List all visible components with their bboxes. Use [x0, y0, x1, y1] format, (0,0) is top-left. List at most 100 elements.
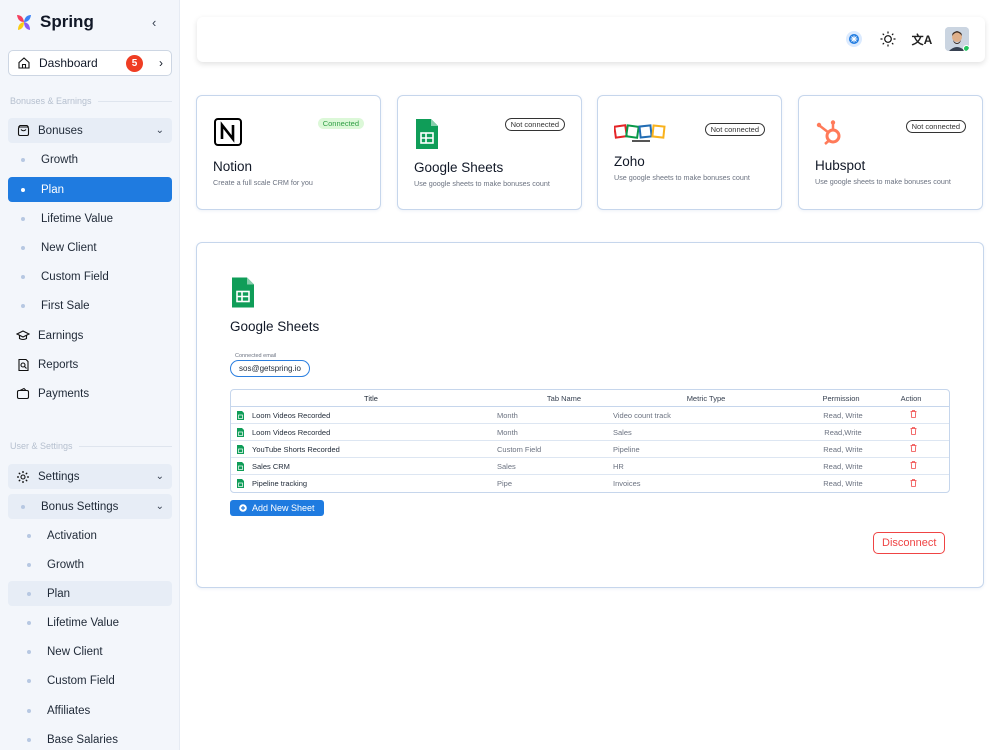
row-tab-name: Month	[497, 410, 518, 420]
delete-row-button[interactable]	[883, 461, 943, 471]
sidebar-item-bonuses[interactable]: Bonuses ⌄	[8, 118, 172, 143]
row-permission: Read, Write	[823, 410, 863, 420]
table-header: Title Tab Name Metric Type Permission Ac…	[231, 390, 949, 407]
connected-email-label: Connected email	[235, 353, 277, 359]
integration-card-zoho[interactable]: Not connected Zoho Use google sheets to …	[597, 95, 782, 210]
sidebar-item-label: New Client	[41, 241, 97, 254]
status-badge: Not connected	[704, 123, 765, 136]
sidebar-item-settings-new-client[interactable]: New Client	[8, 639, 172, 664]
sidebar-item-label: First Sale	[41, 299, 90, 312]
sidebar-item-label: Bonus Settings	[41, 500, 119, 513]
app-switcher-icon[interactable]	[843, 28, 865, 50]
dashboard-label: Dashboard	[39, 56, 98, 70]
connected-email-chip[interactable]: sos@getspring.io	[230, 360, 310, 377]
bullet-icon	[21, 187, 25, 192]
wallet-icon	[16, 387, 30, 401]
sheet-file-icon	[237, 427, 244, 437]
sidebar-item-settings-lifetime-value[interactable]: Lifetime Value	[8, 610, 172, 635]
sidebar-item-settings-plan[interactable]: Plan	[8, 581, 172, 606]
sidebar-item-payments[interactable]: Payments	[8, 381, 172, 406]
disconnect-button[interactable]: Disconnect	[873, 532, 946, 554]
sidebar-item-label: Plan	[41, 183, 65, 196]
trash-icon	[910, 444, 916, 452]
report-search-icon	[16, 358, 30, 372]
integration-description: Use google sheets to make bonuses count	[614, 173, 750, 182]
row-title-cell: Loom Videos Recorded	[231, 410, 491, 420]
sidebar-item-label: Activation	[47, 529, 97, 542]
sidebar-item-label: Reports	[38, 358, 79, 371]
integration-description: Use google sheets to make bonuses count	[815, 177, 951, 186]
translate-icon[interactable]: 文A	[911, 28, 933, 50]
integration-title: Google Sheets	[414, 160, 504, 175]
sheet-file-icon	[237, 444, 244, 454]
sidebar-item-first-sale[interactable]: First Sale	[8, 293, 172, 318]
bullet-icon	[27, 678, 31, 683]
sidebar-item-settings-custom-field[interactable]: Custom Field	[8, 668, 172, 693]
row-metric-type: Invoices	[613, 479, 641, 488]
bullet-icon	[21, 504, 25, 509]
sidebar-item-base-salaries[interactable]: Base Salaries	[8, 727, 172, 750]
sidebar-item-label: Growth	[41, 153, 79, 166]
sidebar-item-label: Lifetime Value	[47, 616, 120, 629]
sidebar-item-bonus-settings[interactable]: Bonus Settings ⌄	[8, 494, 172, 519]
sidebar-item-reports[interactable]: Reports	[8, 352, 172, 377]
sidebar-item-new-client[interactable]: New Client	[8, 235, 172, 260]
sidebar-item-earnings[interactable]: Earnings	[8, 323, 172, 348]
sidebar-item-lifetime-value[interactable]: Lifetime Value	[8, 206, 172, 231]
google-sheets-logo-icon	[232, 277, 254, 308]
home-icon	[18, 57, 30, 69]
brand-name: Spring	[40, 12, 94, 31]
google-sheets-panel: Google Sheets Connected email sos@getspr…	[196, 242, 984, 588]
delete-row-button[interactable]	[883, 410, 943, 420]
sidebar-item-custom-field[interactable]: Custom Field	[8, 264, 172, 289]
sidebar-item-settings[interactable]: Settings ⌄	[8, 464, 172, 489]
bullet-icon	[21, 216, 25, 221]
row-title-cell: Loom Videos Recorded	[231, 427, 491, 437]
bullet-icon	[21, 157, 25, 162]
spring-logo-icon	[17, 15, 31, 30]
sidebar-item-growth[interactable]: Growth	[8, 147, 172, 172]
sidebar-item-affiliates[interactable]: Affiliates	[8, 698, 172, 723]
delete-row-button[interactable]	[883, 427, 943, 437]
sidebar-item-label: Lifetime Value	[41, 212, 114, 225]
sidebar-item-label: Bonuses	[38, 124, 83, 137]
avatar[interactable]	[945, 27, 969, 51]
sidebar-item-label: Payments	[38, 387, 90, 400]
sidebar-item-activation[interactable]: Activation	[8, 523, 172, 548]
sheets-table: Title Tab Name Metric Type Permission Ac…	[230, 389, 950, 493]
bullet-icon	[27, 708, 31, 713]
hubspot-logo-icon	[816, 120, 841, 145]
sidebar-item-settings-growth[interactable]: Growth	[8, 552, 172, 577]
row-permission: Read, Write	[823, 444, 863, 454]
sidebar-item-plan[interactable]: Plan	[8, 177, 172, 202]
row-tab-name: Custom Field	[497, 444, 542, 454]
brand[interactable]: Spring	[14, 12, 94, 32]
row-title: Pipeline tracking	[252, 479, 308, 488]
integration-card-hubspot[interactable]: Not connected Hubspot Use google sheets …	[798, 95, 983, 210]
chevron-down-icon: ⌄	[155, 471, 164, 482]
sheet-file-icon	[237, 461, 244, 471]
row-metric-type: Sales	[613, 427, 632, 437]
graduation-cap-icon	[16, 329, 30, 343]
bullet-icon	[21, 303, 25, 308]
trash-icon	[910, 478, 916, 487]
delete-row-button[interactable]	[883, 478, 943, 489]
sheet-file-icon	[237, 479, 244, 488]
integration-card-notion[interactable]: Connected Notion Create a full scale CRM…	[196, 95, 381, 210]
table-row: YouTube Shorts Recorded Custom Field Pip…	[231, 441, 949, 458]
top-bar: 文A	[197, 17, 985, 62]
integration-description: Create a full scale CRM for you	[213, 178, 313, 187]
topbar-actions: 文A	[843, 27, 969, 51]
sun-theme-icon[interactable]	[877, 28, 899, 50]
column-header-permission: Permission	[822, 393, 860, 403]
row-title-cell: Sales CRM	[231, 461, 491, 471]
gear-icon	[16, 470, 30, 484]
collapse-sidebar-button[interactable]: ‹	[152, 15, 156, 30]
delete-row-button[interactable]	[883, 444, 943, 454]
status-badge: Not connected	[905, 120, 966, 133]
dashboard-button[interactable]: Dashboard 5 ›	[8, 50, 172, 76]
integration-card-google-sheets[interactable]: Not connected Google Sheets Use google s…	[397, 95, 582, 210]
bullet-icon	[27, 620, 31, 625]
row-title: Loom Videos Recorded	[252, 427, 331, 437]
add-new-sheet-button[interactable]: Add New Sheet	[230, 500, 324, 516]
